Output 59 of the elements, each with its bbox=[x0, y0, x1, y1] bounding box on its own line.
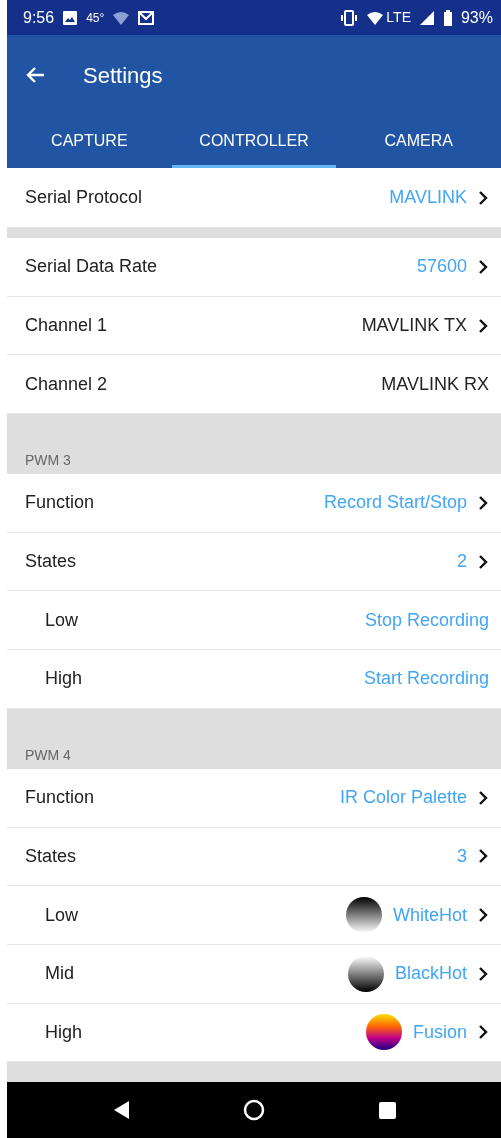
section-header: PWM 3 bbox=[7, 414, 501, 475]
tab[interactable]: CAPTURE bbox=[7, 115, 172, 168]
chevron-icon bbox=[477, 317, 489, 334]
setting-value: 57600 bbox=[416, 255, 467, 279]
setting-label: Function bbox=[25, 491, 96, 515]
setting-value: MAVLINK TX bbox=[361, 314, 467, 338]
setting-value: IR Color Palette bbox=[339, 786, 467, 810]
setting-label: Channel 1 bbox=[25, 314, 109, 338]
setting-label: High bbox=[45, 1020, 84, 1044]
chevron-icon bbox=[477, 907, 489, 924]
setting-label: Low bbox=[45, 903, 80, 927]
battery-text: 93% bbox=[460, 7, 493, 28]
setting-value: Record Start/Stop bbox=[323, 491, 467, 515]
setting-label: Channel 2 bbox=[25, 372, 109, 396]
setting-value: WhiteHot bbox=[392, 903, 467, 927]
setting-label: Serial Protocol bbox=[25, 186, 144, 209]
chevron-icon bbox=[477, 553, 489, 570]
setting-label: Mid bbox=[45, 962, 75, 986]
tab[interactable]: CAMERA bbox=[336, 115, 501, 168]
setting-label: Serial Data Rate bbox=[25, 255, 159, 279]
chevron-icon bbox=[477, 1024, 489, 1041]
setting-value: MAVLINK bbox=[389, 186, 467, 209]
chevron-icon bbox=[477, 189, 489, 206]
network-text: LTE bbox=[386, 8, 411, 27]
vibrate-icon bbox=[340, 9, 359, 26]
home-icon bbox=[242, 1099, 265, 1121]
chevron-icon bbox=[477, 494, 489, 511]
chevron-icon bbox=[477, 965, 489, 982]
battery-icon bbox=[442, 9, 453, 26]
setting-label: High bbox=[45, 667, 84, 691]
setting-value: Fusion bbox=[412, 1020, 467, 1044]
palette-swatch-icon bbox=[344, 896, 383, 935]
setting-label: States bbox=[25, 844, 78, 868]
palette-swatch-icon bbox=[346, 954, 385, 993]
mail-icon bbox=[138, 9, 155, 26]
signal-icon bbox=[418, 9, 435, 26]
wifi-icon bbox=[366, 9, 385, 26]
setting-value: Stop Recording bbox=[364, 608, 489, 632]
setting-label: Function bbox=[25, 786, 96, 810]
setting-value: MAVLINK RX bbox=[381, 372, 489, 396]
palette-swatch-icon bbox=[364, 1013, 403, 1052]
chevron-icon bbox=[477, 848, 489, 865]
clock-text: 9:56 bbox=[23, 7, 55, 28]
section-header: PWM 4 bbox=[7, 708, 501, 769]
setting-value: 3 bbox=[457, 844, 467, 868]
recents-icon bbox=[377, 1100, 397, 1120]
temperature-text: 45° bbox=[86, 9, 105, 27]
screen-title: Settings bbox=[83, 61, 163, 90]
back-arrow-icon bbox=[25, 65, 45, 85]
setting-value: Start Recording bbox=[363, 667, 489, 691]
back-button[interactable] bbox=[25, 65, 45, 85]
setting-label: States bbox=[25, 550, 78, 574]
chevron-icon bbox=[477, 258, 489, 275]
setting-label: Low bbox=[45, 608, 80, 632]
chevron-icon bbox=[477, 789, 489, 806]
wifi-icon bbox=[112, 9, 131, 26]
setting-value: 2 bbox=[457, 550, 467, 574]
setting-value: BlackHot bbox=[394, 962, 467, 986]
image-icon bbox=[62, 9, 79, 26]
